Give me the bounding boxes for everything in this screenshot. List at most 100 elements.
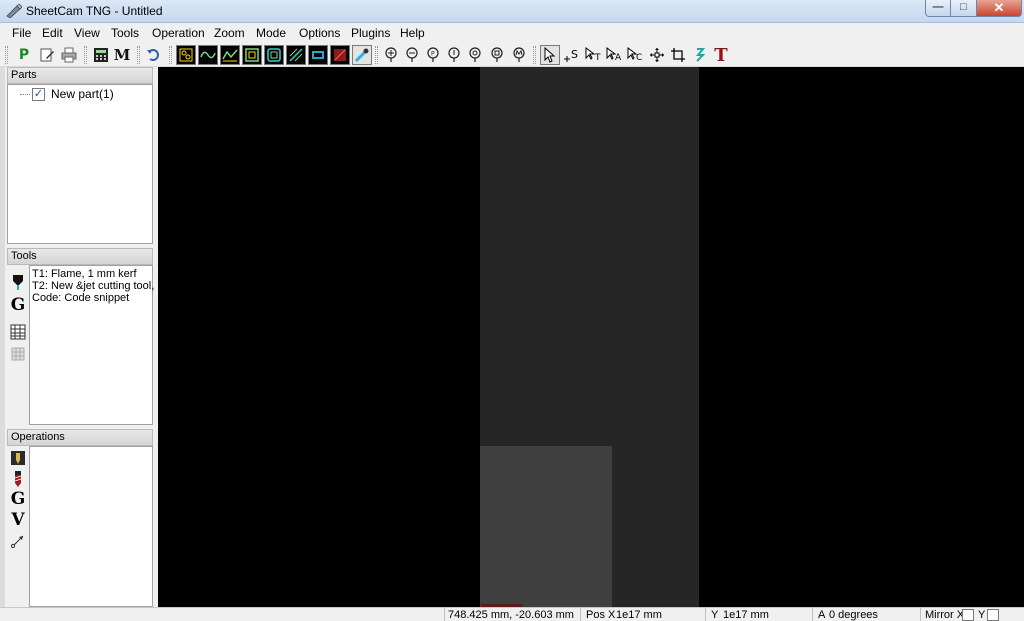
svg-text:P: P	[431, 51, 435, 58]
menu-edit[interactable]: Edit	[42, 26, 63, 40]
center-tool-button[interactable]: C	[626, 45, 646, 65]
menu-options[interactable]: Options	[299, 26, 340, 40]
printer-icon	[61, 47, 77, 63]
toolbar-grip[interactable]	[137, 46, 140, 64]
table-grid-icon	[10, 324, 26, 340]
toolbar-grip[interactable]	[169, 46, 172, 64]
contour-op-button[interactable]	[242, 45, 262, 65]
offset-contour-icon	[267, 48, 281, 62]
toolbar-grip[interactable]	[84, 46, 87, 64]
pos-y-value[interactable]: 1e17 mm	[723, 609, 769, 621]
edit-part-button[interactable]	[37, 45, 57, 65]
menu-help[interactable]: Help	[400, 26, 425, 40]
menu-view[interactable]: View	[74, 26, 100, 40]
parts-tree[interactable]	[7, 84, 153, 244]
tool-table-icon[interactable]	[9, 323, 27, 341]
pos-y-label: Y	[711, 609, 719, 621]
tool-item[interactable]: T2: New &jet cutting tool,	[32, 280, 154, 292]
drill-operation-icon[interactable]	[9, 449, 27, 467]
select-tool-button[interactable]	[540, 45, 560, 65]
svg-text:T: T	[594, 53, 601, 63]
angle-label: A	[818, 609, 826, 621]
text-tool-button[interactable]: T	[711, 45, 731, 66]
cut-op-button[interactable]	[330, 45, 350, 65]
drill-op-button[interactable]	[176, 45, 196, 65]
toolbar-grip[interactable]	[533, 46, 536, 64]
machine-button[interactable]: M	[112, 45, 132, 65]
program-button[interactable]: P	[14, 45, 34, 65]
zoom-in-button[interactable]	[381, 45, 401, 65]
crop-tool-button[interactable]	[668, 45, 688, 65]
torch-icon	[13, 275, 23, 290]
start-point-tool-button[interactable]: S	[562, 45, 582, 65]
menu-operation[interactable]: Operation	[152, 26, 205, 40]
part-item-label[interactable]: New part(1)	[51, 87, 114, 101]
zoom-out-button[interactable]	[402, 45, 422, 65]
mirror-y-checkbox[interactable]	[987, 609, 999, 621]
move-tool-button[interactable]	[647, 45, 667, 65]
menu-mode[interactable]: Mode	[256, 26, 286, 40]
zoom-sheet-pin-icon	[491, 47, 503, 62]
undo-icon	[147, 49, 159, 61]
operations-list[interactable]	[29, 446, 153, 607]
zoom-part-button[interactable]: P	[423, 45, 443, 65]
tool-item[interactable]: T1: Flame, 1 mm kerf	[32, 268, 137, 280]
mirror-x-checkbox[interactable]	[962, 609, 974, 621]
pos-x-value[interactable]: 1e17 mm	[616, 609, 662, 621]
arrow-pointer-icon	[544, 47, 556, 63]
menu-zoom[interactable]: Zoom	[214, 26, 245, 40]
laser-beam-icon	[354, 48, 369, 63]
outline-op-button[interactable]	[198, 45, 218, 65]
arrow-t-icon: T	[585, 47, 601, 63]
svg-text:S: S	[571, 48, 578, 61]
part-visible-checkbox[interactable]: ✓	[32, 88, 45, 101]
zoom-operation-button[interactable]	[465, 45, 485, 65]
surface-op-button[interactable]	[308, 45, 328, 65]
nesting-tool-button[interactable]	[690, 45, 710, 65]
laser-op-button[interactable]	[352, 45, 372, 65]
contour-icon	[245, 48, 259, 62]
menu-file[interactable]: File	[12, 26, 31, 40]
start-point-icon: S	[564, 48, 578, 62]
menu-plugins[interactable]: Plugins	[351, 26, 390, 40]
grid-disabled-icon	[11, 347, 25, 361]
drill-bit-icon	[11, 451, 25, 465]
flame-tool-icon[interactable]	[9, 273, 27, 291]
drawing-canvas[interactable]	[158, 67, 1024, 607]
angle-value[interactable]: 0 degrees	[829, 609, 878, 621]
calculator-button[interactable]	[91, 45, 111, 65]
v-carve-operation-icon[interactable]: V	[9, 510, 27, 530]
mirror-y-label: Y	[978, 609, 986, 621]
toolbar-grip[interactable]	[5, 46, 8, 64]
lead-operation-icon[interactable]	[9, 532, 27, 550]
toolbar-grip[interactable]	[375, 46, 378, 64]
rotate-tool-button[interactable]: A	[605, 45, 625, 65]
minimize-button[interactable]: —	[925, 0, 951, 17]
status-separator	[444, 608, 445, 621]
status-separator	[705, 608, 706, 621]
minimize-icon: —	[932, 1, 944, 13]
zoom-machine-button[interactable]	[509, 45, 529, 65]
zoom-selection-button[interactable]	[444, 45, 464, 65]
close-button[interactable]: ✕	[977, 0, 1022, 17]
zigzag-path-icon	[222, 49, 238, 62]
parts-panel-header: Parts	[7, 67, 153, 84]
menu-tools[interactable]: Tools	[111, 26, 139, 40]
tree-connector	[20, 94, 30, 95]
maximize-button[interactable]: □	[951, 0, 977, 17]
engrave-op-button[interactable]	[286, 45, 306, 65]
zoom-sheet-button[interactable]	[487, 45, 507, 65]
print-button[interactable]	[59, 45, 79, 65]
calculator-icon	[94, 48, 108, 62]
code-snippet-tool-icon[interactable]: G	[9, 295, 27, 315]
pocket-op-button[interactable]	[220, 45, 240, 65]
cut-operation-icon[interactable]	[9, 470, 27, 488]
code-operation-icon[interactable]: G	[9, 489, 27, 509]
offset-op-button[interactable]	[264, 45, 284, 65]
undo-button[interactable]	[144, 45, 164, 65]
tab-tool-button[interactable]: T	[584, 45, 604, 65]
tools-panel-header: Tools	[7, 248, 153, 265]
arrow-c-icon: C	[627, 47, 642, 63]
drill-points-icon	[179, 48, 193, 62]
tool-item[interactable]: Code: Code snippet	[32, 292, 129, 304]
